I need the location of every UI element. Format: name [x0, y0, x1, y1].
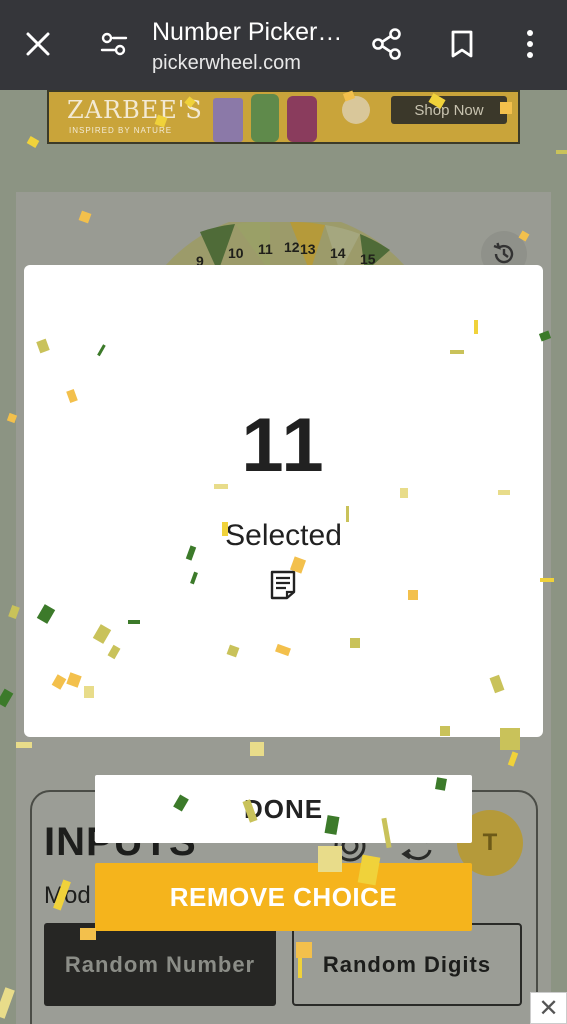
remove-choice-button[interactable]: REMOVE CHOICE: [95, 863, 472, 931]
history-icon: [493, 242, 514, 264]
ad-product-image: [213, 94, 370, 142]
wheel-number: 11: [258, 241, 273, 257]
share-button[interactable]: [363, 20, 411, 68]
done-button[interactable]: DONE: [95, 775, 472, 843]
mode-random-digits-button[interactable]: Random Digits: [292, 923, 522, 1006]
result-dialog: [24, 265, 543, 737]
ad-shop-now-button[interactable]: Shop Now: [391, 96, 507, 124]
wheel-number: 14: [330, 245, 346, 261]
close-icon: [26, 32, 50, 56]
mode-label: Mod: [44, 882, 91, 909]
ad-tagline: INSPIRED BY NATURE: [69, 126, 173, 135]
share-icon: [372, 28, 401, 60]
mode-random-number-button[interactable]: Random Number: [44, 923, 276, 1006]
tune-icon: [100, 32, 128, 56]
bookmark-button[interactable]: [438, 20, 486, 68]
result-number: 11: [241, 403, 326, 488]
browser-toolbar: Number Picker… pickerwheel.com: [0, 0, 567, 90]
wheel-number: 10: [228, 245, 244, 261]
page-title: Number Picker…: [152, 18, 343, 46]
notes-icon[interactable]: [270, 570, 296, 600]
more-vert-icon: [527, 30, 533, 58]
page-settings-button[interactable]: [90, 20, 138, 68]
result-label: Selected: [225, 519, 342, 552]
bookmark-icon: [451, 30, 473, 58]
wheel-number: 13: [300, 241, 316, 257]
more-menu-button[interactable]: [506, 20, 554, 68]
wheel-number: 12: [284, 239, 300, 255]
ad-banner[interactable]: ZARBEE'S INSPIRED BY NATURE Shop Now: [47, 90, 520, 144]
close-button[interactable]: [14, 20, 62, 68]
ad-close-button[interactable]: ✕: [530, 992, 567, 1024]
ad-brand-logo: ZARBEE'S: [67, 96, 203, 124]
page-url[interactable]: pickerwheel.com: [152, 52, 301, 75]
